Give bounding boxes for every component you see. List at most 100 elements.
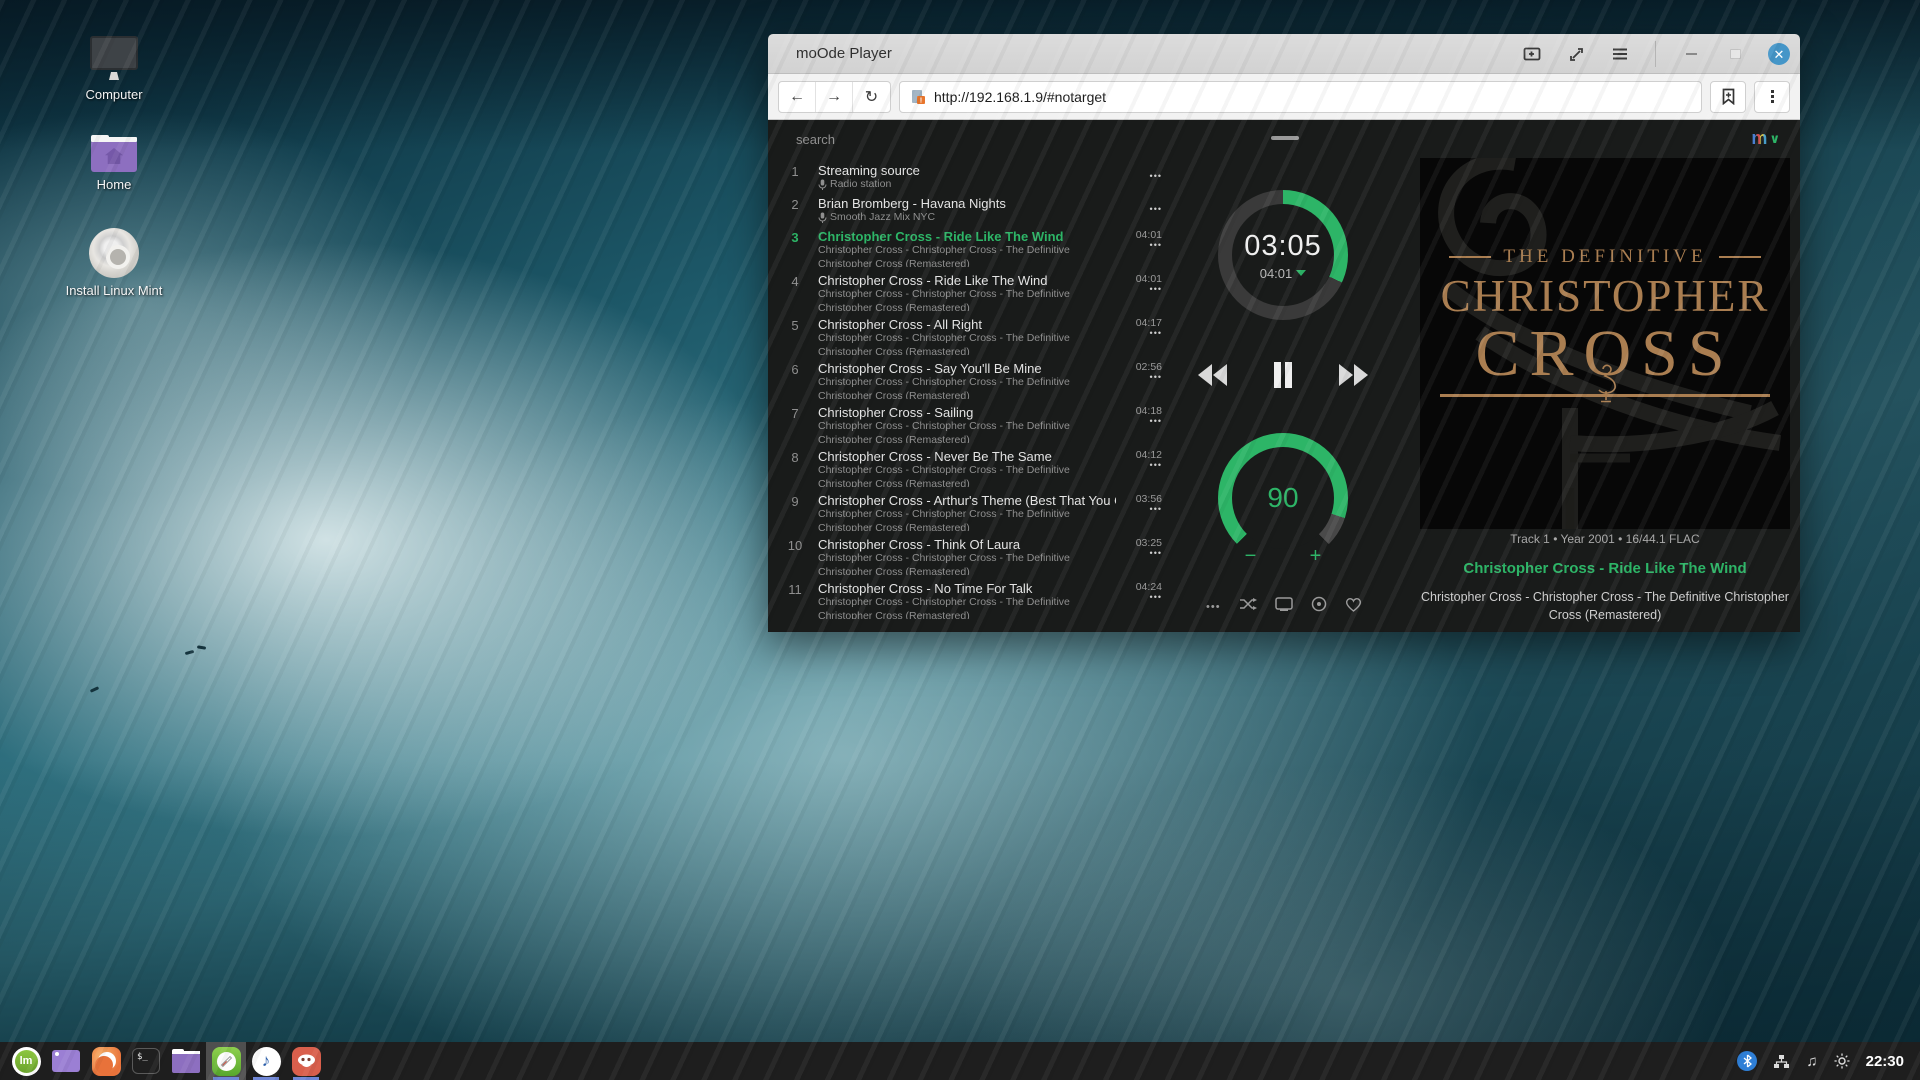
desktop-icon-home[interactable]: Home xyxy=(54,132,174,192)
terminal-icon[interactable]: $_ xyxy=(126,1042,166,1080)
surfer-figure xyxy=(197,645,206,650)
track-more-icon[interactable]: ••• xyxy=(1124,285,1162,293)
pause-button[interactable] xyxy=(1272,362,1294,388)
track-more-icon[interactable]: ••• xyxy=(1124,461,1162,469)
web-browser-icon[interactable] xyxy=(206,1042,246,1080)
playlist-item[interactable]: 10 Christopher Cross - Think Of Laura Ch… xyxy=(780,534,1168,578)
network-icon[interactable] xyxy=(1773,1054,1790,1069)
track-subtitle: Christopher Cross - Christopher Cross - … xyxy=(818,464,1116,487)
mint-menu-icon[interactable]: lm xyxy=(6,1042,46,1080)
track-more-icon[interactable]: ••• xyxy=(1124,241,1162,249)
surfer-figure xyxy=(90,686,99,693)
firefox-icon[interactable] xyxy=(86,1042,126,1080)
time-knob[interactable]: 03:05 04:01 xyxy=(1218,190,1348,320)
track-subtitle: Christopher Cross - Christopher Cross - … xyxy=(818,376,1116,399)
playlist-item[interactable]: 11 Christopher Cross - No Time For Talk … xyxy=(780,578,1168,622)
track-more-icon[interactable]: ••• xyxy=(1124,172,1162,180)
playlist-item[interactable]: 3 Christopher Cross - Ride Like The Wind… xyxy=(780,226,1168,270)
clock[interactable]: 22:30 xyxy=(1866,1053,1904,1070)
new-tab-icon[interactable] xyxy=(1521,43,1543,65)
track-title: Christopher Cross - Sailing xyxy=(818,405,1116,420)
bluetooth-icon[interactable] xyxy=(1737,1051,1757,1071)
playlist-item[interactable]: 9 Christopher Cross - Arthur's Theme (Be… xyxy=(780,490,1168,534)
track-title: Streaming source xyxy=(818,163,1116,178)
favorite-heart-icon[interactable] xyxy=(1345,597,1362,617)
track-more-icon[interactable]: ••• xyxy=(1124,505,1162,513)
close-button[interactable]: ✕ xyxy=(1768,43,1790,65)
window-titlebar[interactable]: moOde Player ✕ xyxy=(768,34,1800,74)
track-metadata: Track 1 • Year 2001 • 16/44.1 FLAC xyxy=(1420,532,1790,546)
track-title: Christopher Cross - Never Be The Same xyxy=(818,449,1116,464)
now-playing-title[interactable]: Christopher Cross - Ride Like The Wind xyxy=(1380,560,1800,577)
track-subtitle: Smooth Jazz Mix NYC xyxy=(818,211,1116,223)
playlist-item[interactable]: 5 Christopher Cross - All Right Christop… xyxy=(780,314,1168,358)
now-playing-album: Christopher Cross - Christopher Cross - … xyxy=(1420,588,1790,624)
browser-menu-kebab-icon[interactable] xyxy=(1754,81,1790,113)
show-desktop-icon[interactable] xyxy=(46,1042,86,1080)
playlist-item[interactable]: 8 Christopher Cross - Never Be The Same … xyxy=(780,446,1168,490)
previous-button[interactable] xyxy=(1198,364,1228,386)
forward-button[interactable]: → xyxy=(816,82,853,112)
back-button[interactable]: ← xyxy=(779,82,816,112)
track-more-icon[interactable]: ••• xyxy=(1124,373,1162,381)
next-button[interactable] xyxy=(1338,364,1368,386)
install-disc-icon xyxy=(89,228,139,278)
moode-menu[interactable]: m ∨ xyxy=(1751,128,1780,149)
titlebar-separator xyxy=(1655,41,1656,67)
repeat-icon[interactable] xyxy=(1311,596,1327,617)
volume-down-button[interactable]: − xyxy=(1234,546,1268,566)
fullscreen-icon[interactable] xyxy=(1565,43,1587,65)
moode-logo: m xyxy=(1751,128,1767,149)
volume-up-button[interactable]: + xyxy=(1299,546,1333,566)
playlist-item[interactable]: 2 Brian Bromberg - Havana Nights Smooth … xyxy=(780,193,1168,226)
display-icon[interactable] xyxy=(1275,597,1293,616)
menu-icon[interactable] xyxy=(1609,43,1631,65)
url-text[interactable]: http://192.168.1.9/#notarget xyxy=(934,89,1106,105)
url-bar[interactable]: ! http://192.168.1.9/#notarget xyxy=(899,81,1702,113)
track-title: Christopher Cross - Arthur's Theme (Best… xyxy=(818,493,1116,508)
music-player-icon[interactable]: ♪ xyxy=(246,1042,286,1080)
playlist-item[interactable]: 6 Christopher Cross - Say You'll Be Mine… xyxy=(780,358,1168,402)
track-more-icon[interactable]: ••• xyxy=(1124,205,1162,213)
search-label[interactable]: search xyxy=(796,132,835,147)
track-more-icon[interactable]: ••• xyxy=(1124,593,1162,601)
track-subtitle: Christopher Cross - Christopher Cross - … xyxy=(818,596,1116,619)
track-number: 2 xyxy=(780,196,810,223)
desktop-icon-label: Home xyxy=(54,177,174,192)
panel-drag-handle[interactable] xyxy=(1271,136,1299,140)
playlist: 1 Streaming source Radio station ••• xyxy=(780,160,1168,622)
album-art-artist-first: CHRISTOPHER xyxy=(1441,270,1770,322)
site-security-icon[interactable]: ! xyxy=(910,89,926,105)
playlist-item[interactable]: 1 Streaming source Radio station ••• xyxy=(780,160,1168,193)
shuffle-icon[interactable] xyxy=(1239,597,1257,616)
maximize-button[interactable] xyxy=(1724,43,1746,65)
track-more-icon[interactable]: ••• xyxy=(1124,329,1162,337)
track-subtitle: Christopher Cross - Christopher Cross - … xyxy=(818,244,1116,267)
album-art[interactable]: THE DEFINITIVE CHRISTOPHER CROSS xyxy=(1420,158,1790,529)
track-number: 5 xyxy=(780,317,810,355)
image-editor-icon[interactable] xyxy=(286,1042,326,1080)
file-manager-icon[interactable] xyxy=(166,1042,206,1080)
brightness-icon[interactable] xyxy=(1834,1053,1850,1069)
track-more-icon[interactable]: ••• xyxy=(1124,549,1162,557)
track-title: Christopher Cross - Ride Like The Wind xyxy=(818,229,1116,244)
player-action-row: ••• xyxy=(1206,596,1362,617)
track-number: 10 xyxy=(780,537,810,575)
volume-knob[interactable]: 90 xyxy=(1218,433,1348,563)
track-title: Christopher Cross - Say You'll Be Mine xyxy=(818,361,1116,376)
surfer-figure xyxy=(185,650,194,655)
audio-player-tray-icon[interactable]: ♫ xyxy=(1806,1053,1817,1070)
minimize-button[interactable] xyxy=(1680,43,1702,65)
desktop-icon-install-linux-mint[interactable]: Install Linux Mint xyxy=(54,228,174,298)
reload-button[interactable]: ↻ xyxy=(853,82,890,112)
total-time-dropdown[interactable]: 04:01 xyxy=(1260,266,1307,281)
taskbar: lm $_ ♪ xyxy=(0,1042,1920,1080)
playlist-item[interactable]: 4 Christopher Cross - Ride Like The Wind… xyxy=(780,270,1168,314)
bookmark-icon[interactable] xyxy=(1710,81,1746,113)
playlist-item[interactable]: 7 Christopher Cross - Sailing Christophe… xyxy=(780,402,1168,446)
track-more-icon[interactable]: ••• xyxy=(1124,417,1162,425)
computer-icon xyxy=(90,36,138,70)
browser-window: moOde Player ✕ ← → ↻ xyxy=(768,34,1800,632)
desktop-icon-computer[interactable]: Computer xyxy=(54,36,174,102)
more-icon[interactable]: ••• xyxy=(1206,601,1221,613)
